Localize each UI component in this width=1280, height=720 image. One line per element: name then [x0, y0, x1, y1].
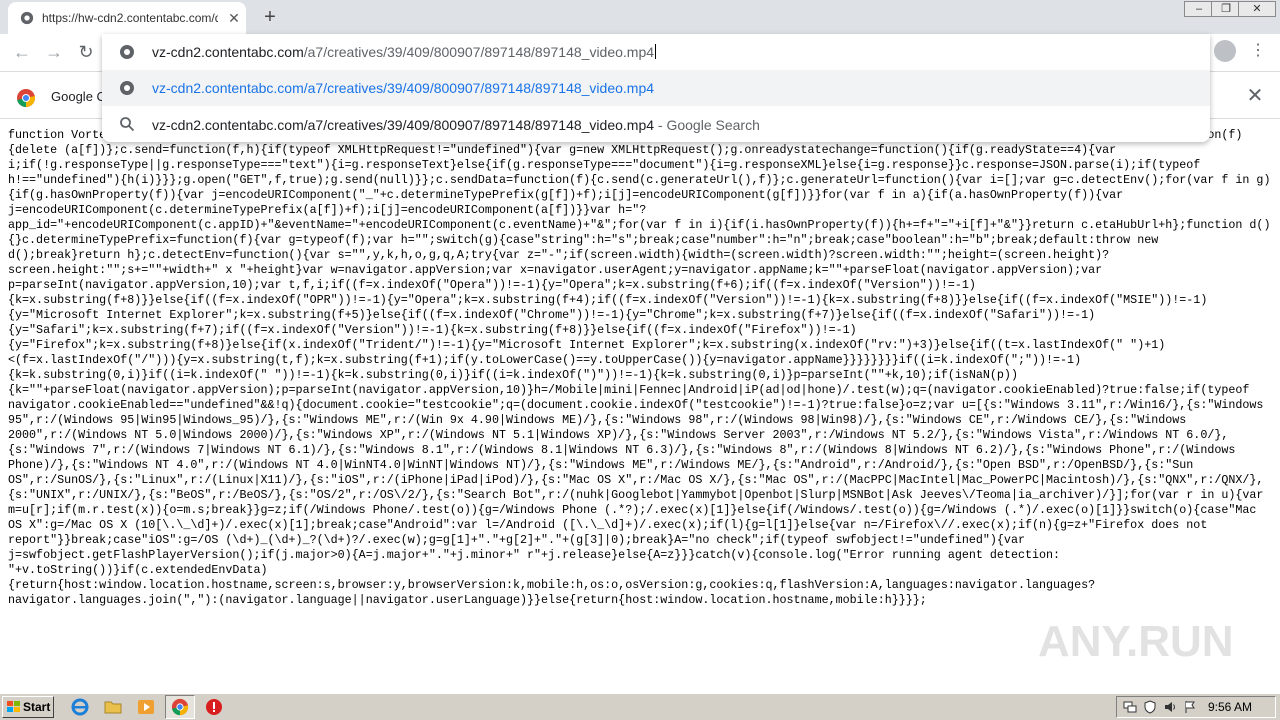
new-tab-button[interactable]: + [258, 6, 282, 28]
start-label: Start [23, 700, 51, 714]
page-source-text: function Vorte function(f) {delete (a[f]… [8, 128, 1271, 607]
reload-button[interactable]: ↻ [74, 40, 98, 64]
browser-tab[interactable]: https://hw-cdn2.contentabc.com/de ✕ [8, 2, 246, 34]
search-icon [120, 117, 135, 132]
tab-close-icon[interactable]: ✕ [226, 10, 242, 26]
ie-icon[interactable] [70, 697, 90, 717]
suggestion-search-hint: - Google Search [654, 117, 760, 133]
back-button[interactable]: ← [10, 40, 34, 64]
tab-title: https://hw-cdn2.contentabc.com/de [42, 11, 218, 25]
omnibox-input[interactable]: vz-cdn2.contentabc.com/a7/creatives/39/4… [102, 34, 1210, 70]
stop-icon[interactable] [204, 697, 224, 717]
suggestion-search-query: vz-cdn2.contentabc.com/a7/creatives/39/4… [152, 117, 655, 133]
omnibox-suggestion-url[interactable]: vz-cdn2.contentabc.com/a7/creatives/39/4… [102, 70, 1210, 106]
watermark-text: ANY.RUN [1038, 617, 1234, 666]
network-icon[interactable] [1123, 700, 1137, 714]
profile-avatar-icon[interactable] [1214, 40, 1236, 62]
taskbar-clock: 9:56 AM [1208, 700, 1253, 714]
globe-icon [120, 45, 134, 59]
omnibox-dropdown: vz-cdn2.contentabc.com/a7/creatives/39/4… [102, 34, 1210, 142]
globe-icon [20, 11, 34, 25]
text-caret [655, 44, 657, 59]
chrome-icon [171, 698, 189, 716]
omnibox-url-path: /a7/creatives/39/409/800907/897148/89714… [303, 44, 655, 60]
anyrun-watermark-logo: ANY.RUN [1038, 617, 1234, 666]
security-shield-icon[interactable] [1143, 700, 1157, 714]
start-button[interactable]: Start [2, 696, 54, 718]
window-close-button[interactable]: ✕ [1238, 1, 1276, 17]
menu-kebab-icon[interactable]: ⋮ [1248, 40, 1268, 62]
omnibox-url-host: vz-cdn2.contentabc.com [152, 44, 304, 60]
window-minimize-button[interactable]: – [1184, 1, 1214, 17]
flag-icon[interactable] [1183, 700, 1197, 714]
window-maximize-button[interactable]: ❐ [1211, 1, 1241, 17]
folder-icon[interactable] [103, 697, 123, 717]
suggestion-search-text: vz-cdn2.contentabc.com/a7/creatives/39/4… [152, 117, 760, 133]
suggestion-url-text: vz-cdn2.contentabc.com/a7/creatives/39/4… [152, 80, 655, 96]
media-player-icon[interactable] [136, 697, 156, 717]
globe-icon [120, 81, 134, 95]
volume-icon[interactable] [1163, 700, 1177, 714]
omnibox-suggestion-search[interactable]: vz-cdn2.contentabc.com/a7/creatives/39/4… [102, 106, 1210, 142]
infobar-close-icon[interactable]: ✕ [1245, 86, 1265, 106]
chrome-logo-icon [17, 89, 36, 108]
taskbar-chrome-button[interactable] [165, 695, 195, 719]
omnibox-url: vz-cdn2.contentabc.com/a7/creatives/39/4… [152, 44, 657, 62]
windows-flag-icon [7, 701, 20, 712]
forward-button[interactable]: → [42, 40, 66, 64]
